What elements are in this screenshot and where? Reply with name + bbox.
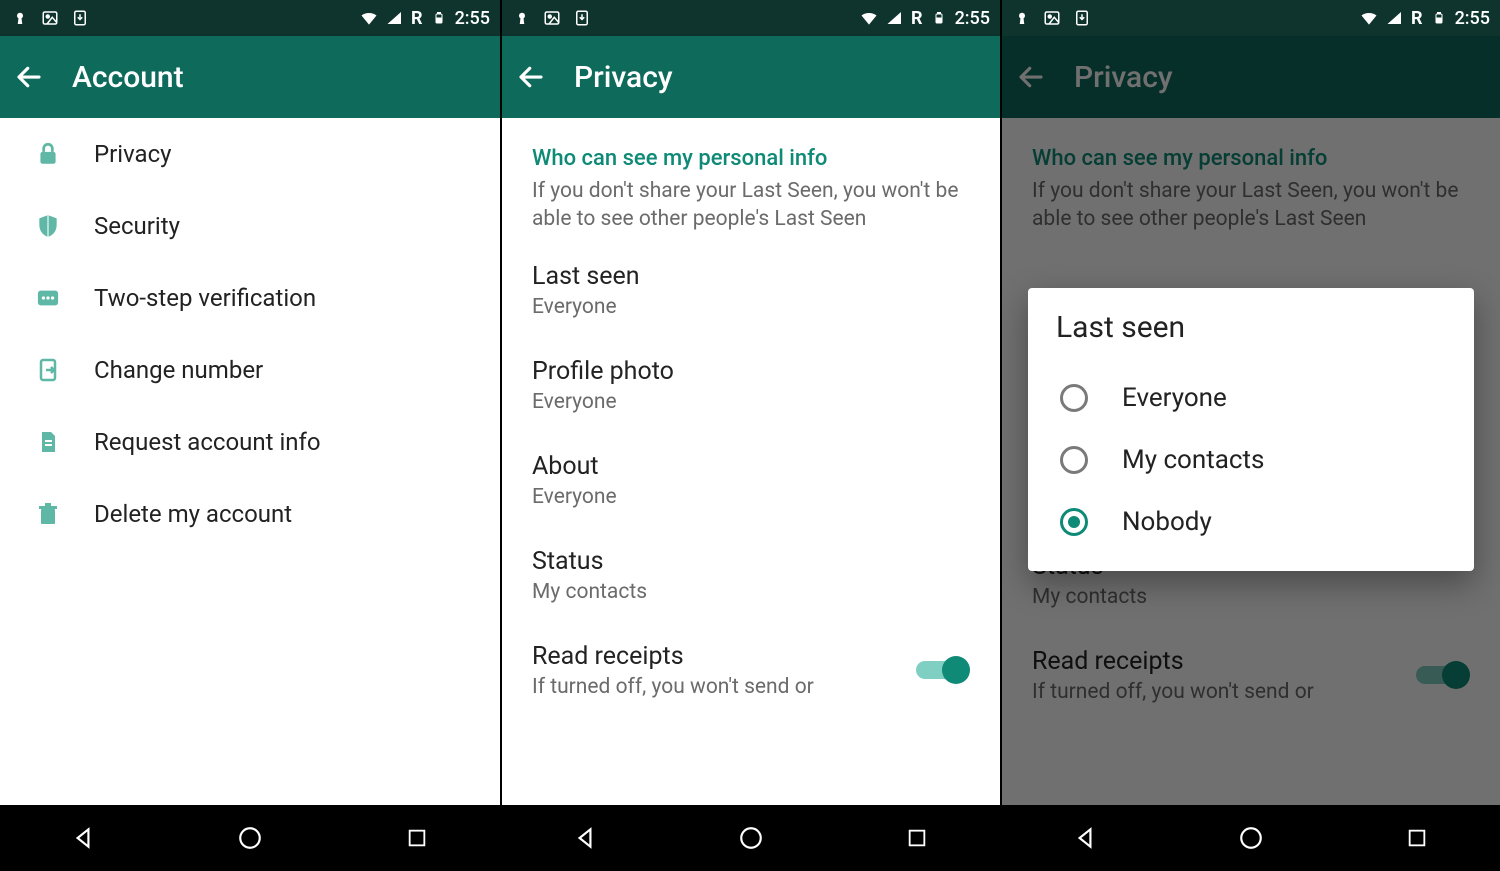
list-item-label: Change number [94,356,263,384]
pref-read-receipts[interactable]: Read receipts If turned off, you won't s… [502,622,1000,717]
radio-unselected-icon [1060,446,1088,474]
dialog-option-label: My contacts [1122,445,1264,475]
list-item-label: Request account info [94,428,321,456]
back-button[interactable] [14,62,44,92]
pref-status[interactable]: Status My contacts [502,527,1000,622]
download-icon [1072,8,1092,28]
image-icon [542,8,562,28]
signal-icon [385,8,405,28]
section-header: Who can see my personal info [502,118,1000,177]
image-icon [1042,8,1062,28]
battery-icon [1429,8,1449,28]
pref-title: About [532,452,970,481]
wifi-icon [1359,8,1379,28]
phone-privacy-dialog: R 2:55 Privacy Who can see my personal i… [1000,0,1500,871]
page-title: Privacy [574,60,673,95]
keyhole-icon [1012,8,1032,28]
trash-icon [34,500,62,528]
dialog-option-label: Nobody [1122,507,1212,537]
image-icon [40,8,60,28]
section-subtext: If you don't share your Last Seen, you w… [502,177,1000,242]
pref-profile-photo[interactable]: Profile photo Everyone [502,337,1000,432]
keyhole-icon [10,8,30,28]
pref-value: Everyone [532,485,970,509]
nav-back[interactable] [65,820,101,856]
pref-title: Status [532,547,970,576]
phone-privacy: R 2:55 Privacy Who can see my personal i… [500,0,1000,871]
account-item-two-step[interactable]: Two-step verification [0,262,500,334]
signal-icon [1385,8,1405,28]
roaming-indicator: R [1411,8,1423,29]
android-nav-bar [0,805,500,871]
nav-back[interactable] [567,820,603,856]
nav-home[interactable] [232,820,268,856]
pref-value: My contacts [532,580,970,604]
account-item-delete[interactable]: Delete my account [0,478,500,550]
status-bar: R 2:55 [0,0,500,36]
pref-title: Last seen [532,262,970,291]
pref-value: Everyone [532,390,970,414]
battery-icon [429,8,449,28]
dialog-option-my-contacts[interactable]: My contacts [1056,429,1446,491]
clock: 2:55 [955,8,990,29]
radio-selected-icon [1060,508,1088,536]
account-item-privacy[interactable]: Privacy [0,118,500,190]
list-item-label: Security [94,212,180,240]
download-icon [70,8,90,28]
sim-arrow-icon [34,356,62,384]
wifi-icon [359,8,379,28]
app-bar: Account [0,36,500,118]
read-receipts-switch[interactable] [916,656,970,684]
nav-home[interactable] [1233,820,1269,856]
page-title: Account [72,60,184,95]
pref-title: Profile photo [532,357,970,386]
wifi-icon [859,8,879,28]
dialog-title: Last seen [1056,310,1446,345]
status-bar: R 2:55 [1002,0,1500,36]
roaming-indicator: R [411,8,423,29]
last-seen-dialog: Last seen Everyone My contacts Nobody [1028,288,1474,571]
privacy-list: Who can see my personal info If you don'… [502,118,1000,805]
pref-last-seen[interactable]: Last seen Everyone [502,242,1000,337]
battery-icon [929,8,949,28]
keyhole-icon [512,8,532,28]
dots-box-icon [34,287,62,309]
list-item-label: Two-step verification [94,284,316,312]
pref-about[interactable]: About Everyone [502,432,1000,527]
nav-home[interactable] [733,820,769,856]
roaming-indicator: R [911,8,923,29]
app-bar: Privacy [502,36,1000,118]
account-list: Privacy Security Two-step verification C… [0,118,500,805]
clock: 2:55 [455,8,490,29]
dialog-scrim[interactable]: Last seen Everyone My contacts Nobody [1002,36,1500,805]
dialog-option-everyone[interactable]: Everyone [1056,367,1446,429]
nav-recents[interactable] [899,820,935,856]
pref-title: Read receipts [532,642,814,671]
shield-icon [34,213,62,239]
list-item-label: Privacy [94,140,172,168]
nav-back[interactable] [1067,820,1103,856]
dialog-option-label: Everyone [1122,383,1227,413]
phone-account: R 2:55 Account Privacy Security Two-step… [0,0,500,871]
android-nav-bar [502,805,1000,871]
android-nav-bar [1002,805,1500,871]
lock-icon [34,141,62,167]
list-item-label: Delete my account [94,500,292,528]
pref-value: Everyone [532,295,970,319]
pref-subtext: If turned off, you won't send or [532,675,814,699]
dialog-option-nobody[interactable]: Nobody [1056,491,1446,553]
nav-recents[interactable] [1399,820,1435,856]
account-item-security[interactable]: Security [0,190,500,262]
signal-icon [885,8,905,28]
status-bar: R 2:55 [502,0,1000,36]
clock: 2:55 [1455,8,1490,29]
nav-recents[interactable] [399,820,435,856]
account-item-change-number[interactable]: Change number [0,334,500,406]
account-item-request-info[interactable]: Request account info [0,406,500,478]
download-icon [572,8,592,28]
back-button[interactable] [516,62,546,92]
document-icon [34,428,62,456]
radio-unselected-icon [1060,384,1088,412]
